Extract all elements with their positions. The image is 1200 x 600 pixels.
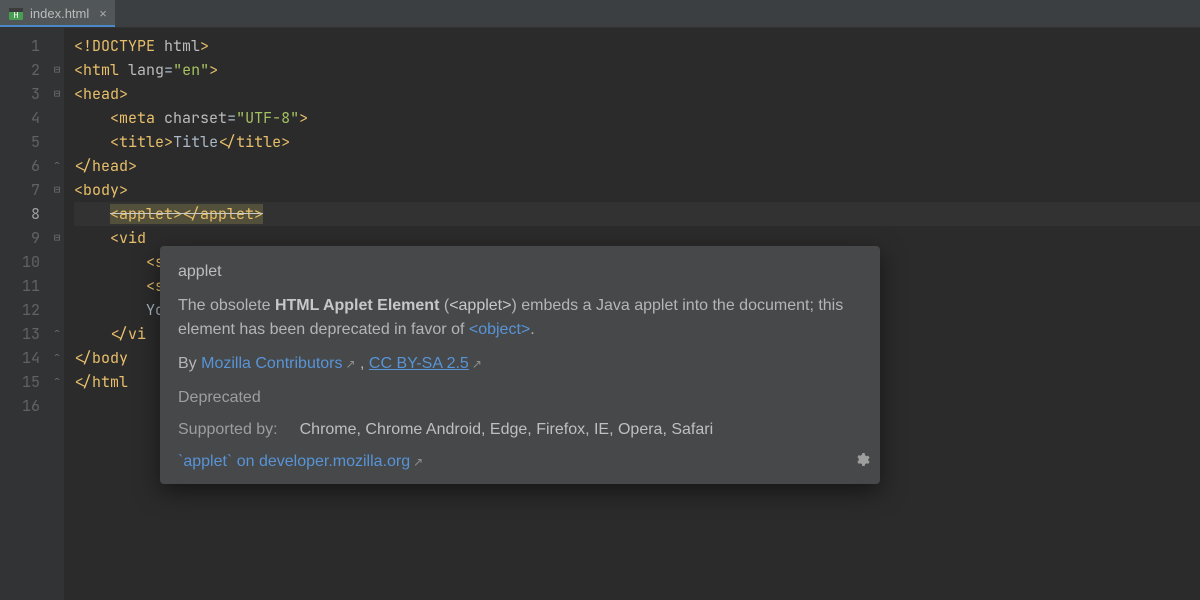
fold-marker <box>50 250 64 274</box>
fold-marker <box>50 130 64 154</box>
code-line[interactable]: <title>Title</title> <box>74 130 1200 154</box>
line-number: 15 <box>18 370 40 394</box>
popup-deprecated-label: Deprecated <box>178 386 862 410</box>
gear-icon[interactable] <box>854 452 870 476</box>
line-number: 1 <box>18 34 40 58</box>
code-line[interactable]: <meta charset="UTF-8"> <box>74 106 1200 130</box>
fold-marker <box>50 274 64 298</box>
tab-index-html[interactable]: H index.html × <box>0 0 115 27</box>
html-file-icon: H <box>8 6 24 22</box>
popup-description: The obsolete HTML Applet Element (<apple… <box>178 294 862 342</box>
fold-marker[interactable]: ⌃ <box>50 321 64 345</box>
fold-marker <box>50 34 64 58</box>
tab-label: index.html <box>30 6 89 21</box>
code-line[interactable]: <!DOCTYPE html> <box>74 34 1200 58</box>
line-number: 13 <box>18 322 40 346</box>
external-link-icon: ↗ <box>472 357 482 371</box>
line-number: 16 <box>18 394 40 418</box>
line-number: 4 <box>18 106 40 130</box>
line-number: 14 <box>18 346 40 370</box>
code-line[interactable]: <head> <box>74 82 1200 106</box>
line-number: 10 <box>18 250 40 274</box>
contributors-link[interactable]: Mozilla Contributors <box>201 355 342 372</box>
supported-by-value: Chrome, Chrome Android, Edge, Firefox, I… <box>300 418 862 442</box>
popup-docs-link-row: `applet` on developer.mozilla.org↗ <box>178 450 862 474</box>
line-number: 5 <box>18 130 40 154</box>
close-icon[interactable]: × <box>95 6 107 21</box>
popup-attribution: By Mozilla Contributors↗ , CC BY-SA 2.5↗ <box>178 352 862 376</box>
line-number: 11 <box>18 274 40 298</box>
fold-marker[interactable]: ⊟ <box>50 178 64 202</box>
fold-marker[interactable]: ⌃ <box>50 345 64 369</box>
fold-marker <box>50 106 64 130</box>
mdn-docs-link[interactable]: `applet` on developer.mozilla.org <box>178 453 410 470</box>
fold-marker[interactable]: ⊟ <box>50 82 64 106</box>
svg-text:H: H <box>14 11 19 20</box>
tab-bar: H index.html × <box>0 0 1200 28</box>
line-number: 6 <box>18 154 40 178</box>
code-line[interactable]: <html lang="en"> <box>74 58 1200 82</box>
line-number-gutter: 12345678910111213141516 <box>0 28 50 600</box>
line-number: 7 <box>18 178 40 202</box>
fold-marker <box>50 202 64 226</box>
line-number: 12 <box>18 298 40 322</box>
line-number: 2 <box>18 58 40 82</box>
code-line[interactable]: <body> <box>74 178 1200 202</box>
supported-by-label: Supported by: <box>178 418 278 442</box>
line-number: 3 <box>18 82 40 106</box>
fold-marker <box>50 394 64 418</box>
code-line[interactable]: <applet></applet> <box>74 202 1200 226</box>
fold-marker[interactable]: ⊟ <box>50 226 64 250</box>
code-editor[interactable]: 12345678910111213141516 ⊟⊟⌃⊟⊟⌃⌃⌃ <!DOCTY… <box>0 28 1200 600</box>
external-link-icon: ↗ <box>413 455 423 469</box>
code-line[interactable]: </head> <box>74 154 1200 178</box>
external-link-icon: ↗ <box>346 357 356 371</box>
line-number: 8 <box>18 202 40 226</box>
line-number: 9 <box>18 226 40 250</box>
fold-marker[interactable]: ⊟ <box>50 58 64 82</box>
popup-supported-row: Supported by: Chrome, Chrome Android, Ed… <box>178 418 862 442</box>
fold-marker[interactable]: ⌃ <box>50 153 64 177</box>
fold-marker <box>50 298 64 322</box>
popup-title: applet <box>178 260 862 284</box>
object-tag-link[interactable]: <object> <box>469 321 530 338</box>
documentation-popup: applet The obsolete HTML Applet Element … <box>160 246 880 484</box>
fold-marker[interactable]: ⌃ <box>50 369 64 393</box>
license-link[interactable]: CC BY-SA 2.5 <box>369 355 469 372</box>
fold-column: ⊟⊟⌃⊟⊟⌃⌃⌃ <box>50 28 64 600</box>
